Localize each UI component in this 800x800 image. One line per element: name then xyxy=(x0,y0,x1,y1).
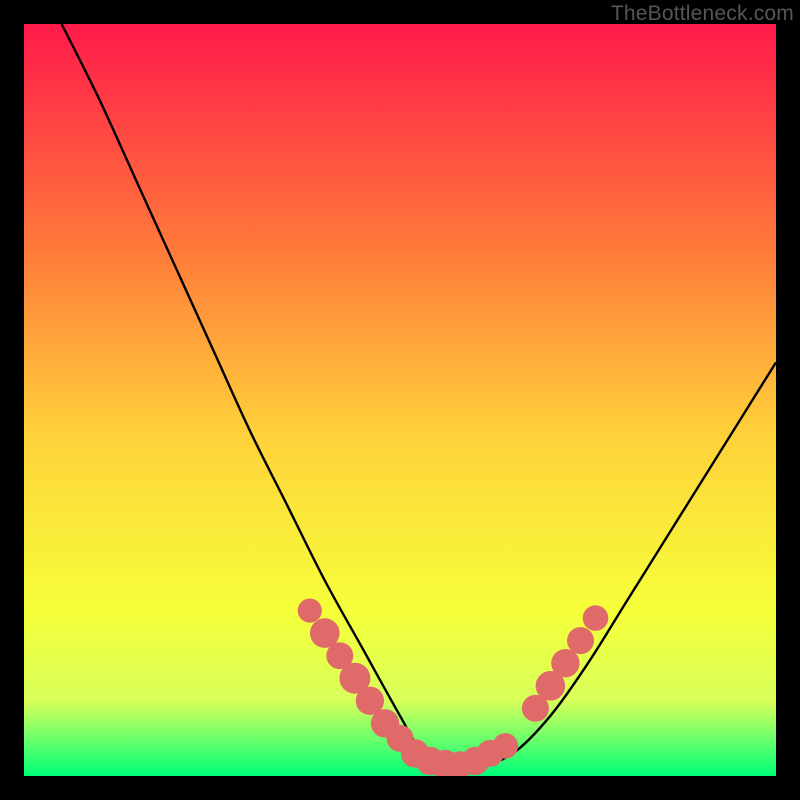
watermark-text: TheBottleneck.com xyxy=(611,2,794,26)
curve-marker xyxy=(567,627,594,654)
curve-marker xyxy=(298,599,322,623)
gradient-background xyxy=(24,24,776,776)
curve-marker xyxy=(493,733,519,759)
chart-frame xyxy=(24,24,776,776)
bottleneck-chart xyxy=(24,24,776,776)
curve-marker xyxy=(583,605,609,631)
curve-marker xyxy=(551,649,579,677)
